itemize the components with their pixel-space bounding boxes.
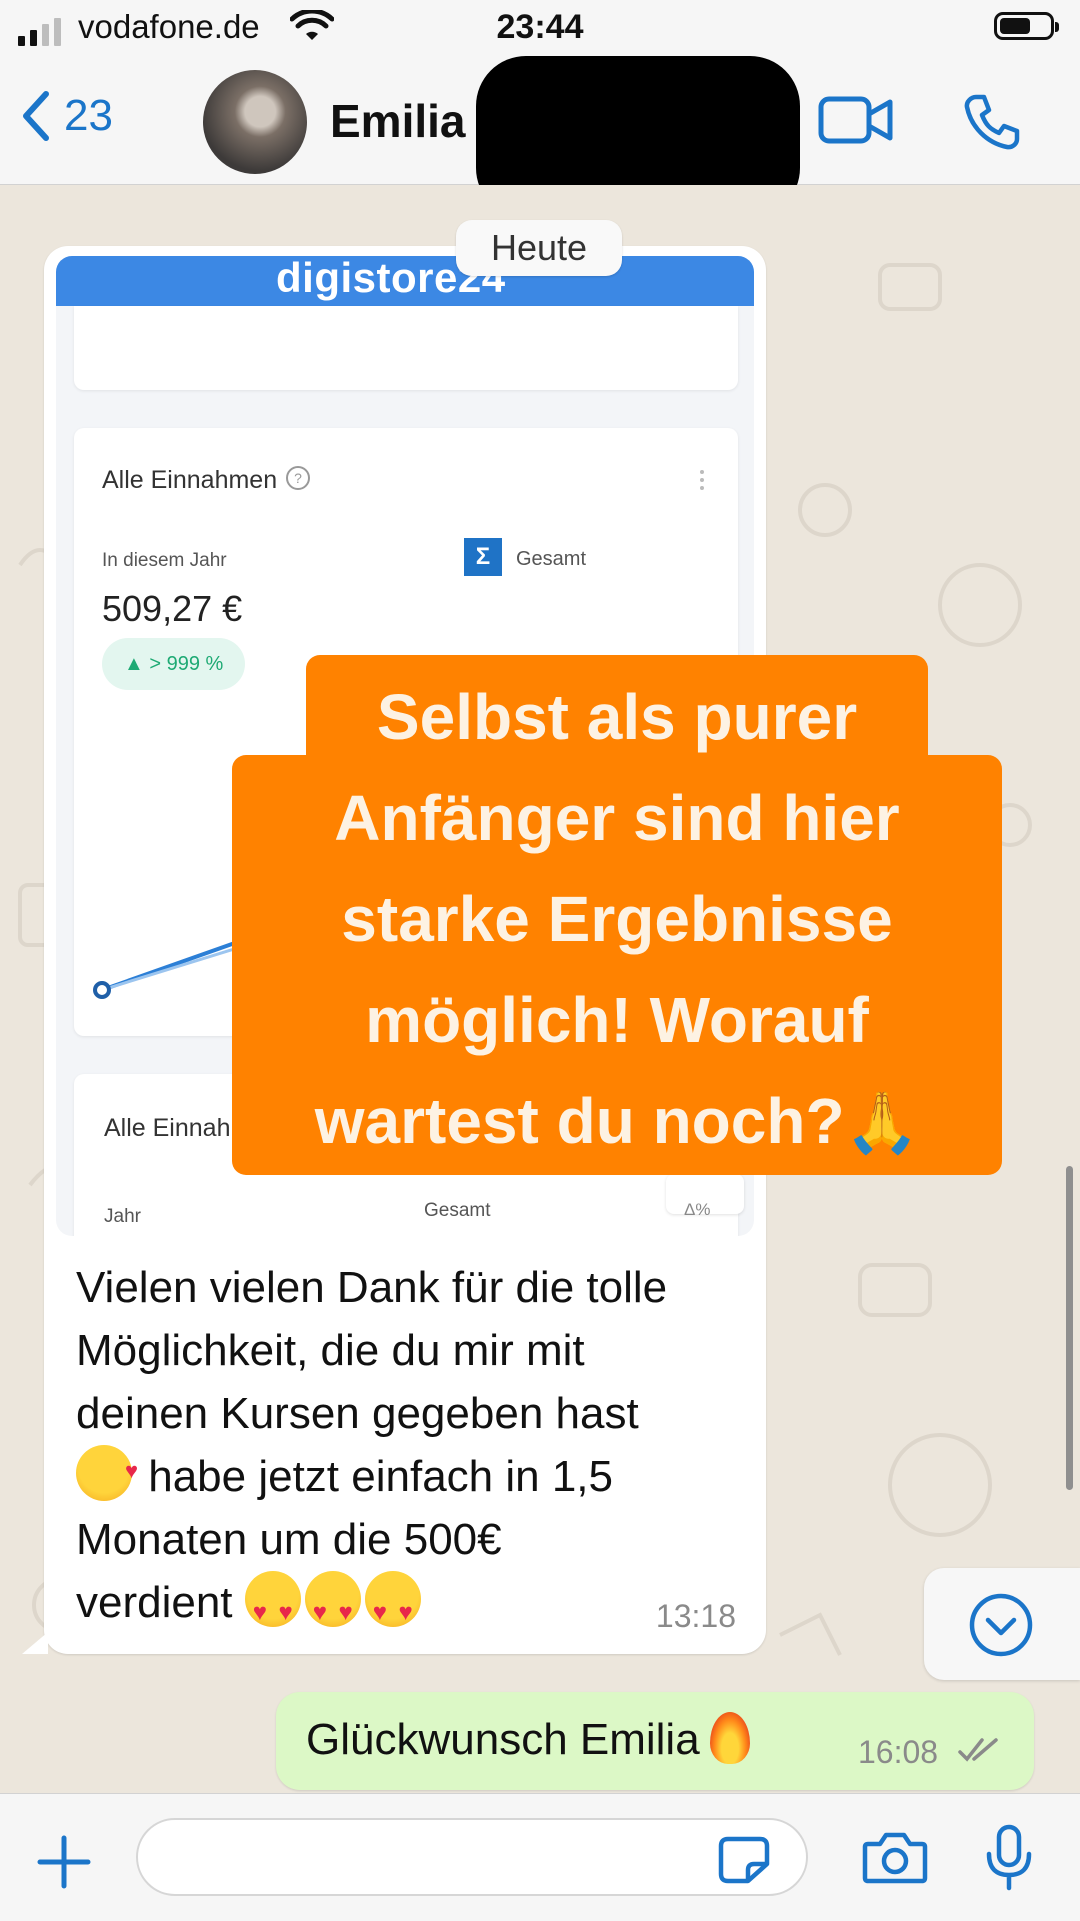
message-line-with-emoji: verdient	[76, 1571, 736, 1644]
message-line: verdient	[76, 1578, 245, 1627]
contact-name[interactable]: Emilia I	[330, 94, 491, 148]
message-time: 13:18	[655, 1598, 736, 1634]
heart-eyes-emoji	[304, 1571, 361, 1644]
unread-count: 23	[64, 91, 113, 140]
phone-call-icon[interactable]	[962, 92, 1022, 152]
chat-header: 23 Emilia I	[0, 56, 1080, 218]
message-line: Vielen vielen Dank für die tolle	[76, 1263, 668, 1312]
outgoing-text-row: Glückwunsch Emilia	[306, 1712, 750, 1765]
avatar[interactable]	[203, 70, 307, 174]
heart-eyes-emoji	[364, 1571, 421, 1644]
message-input-bar	[0, 1793, 1080, 1921]
outgoing-message[interactable]: Glückwunsch Emilia 16:08	[276, 1692, 1034, 1790]
camera-icon[interactable]	[862, 1830, 928, 1884]
clock: 23:44	[496, 8, 584, 46]
message-input[interactable]	[136, 1818, 808, 1896]
message-line: Möglichkeit, die du mir mit	[76, 1326, 585, 1375]
message-line: deinen Kursen gegeben hast	[76, 1389, 639, 1438]
outgoing-time: 16:08	[858, 1734, 939, 1770]
chevron-down-circle-icon	[969, 1593, 1033, 1657]
smiling-hearts-emoji	[76, 1439, 138, 1502]
message-text: Vielen vielen Dank für die tolle Möglich…	[76, 1256, 736, 1644]
card2-total: Gesamt	[424, 1200, 491, 1221]
message-line-with-emoji: habe jetzt einfach in 1,5	[76, 1439, 736, 1508]
heart-eyes-emoji	[244, 1571, 301, 1644]
overlay-line: starke Ergebnisse	[341, 883, 893, 955]
chat-area[interactable]: Heute digistore24 Alle Einnahmen ? In di…	[0, 185, 1080, 1793]
scrollbar[interactable]	[1066, 1166, 1073, 1490]
card2-period: Jahr	[104, 1206, 141, 1227]
back-button[interactable]: 23	[20, 90, 113, 142]
microphone-icon[interactable]	[984, 1824, 1034, 1892]
screenshot-header: digistore24	[56, 256, 754, 306]
overlay-line: möglich! Worauf	[365, 984, 869, 1056]
fire-emoji	[709, 1712, 750, 1764]
video-call-icon[interactable]	[818, 94, 894, 146]
promo-overlay: Selbst als purer Anfänger sind hier star…	[232, 655, 1002, 1175]
card2-delta: Δ%	[684, 1200, 711, 1219]
scroll-to-bottom-button[interactable]	[924, 1568, 1080, 1680]
plus-icon[interactable]	[36, 1834, 92, 1890]
overlay-line: Anfänger sind hier	[334, 782, 900, 854]
praying-hands-emoji: 🙏	[844, 1089, 920, 1156]
bubble-tail	[22, 1632, 48, 1654]
overlay-text: Selbst als purer Anfänger sind hier star…	[232, 667, 1002, 1173]
read-receipt-icon	[958, 1738, 998, 1762]
battery-icon	[994, 12, 1059, 40]
message-line: habe jetzt einfach in 1,5	[136, 1452, 613, 1501]
outgoing-text: Glückwunsch Emilia	[306, 1715, 700, 1764]
chevron-left-icon	[23, 91, 49, 141]
status-bar: vodafone.de 23:44	[0, 0, 1080, 56]
card2-title: Alle Einnah	[104, 1114, 231, 1142]
overlay-line: wartest du noch?	[314, 1085, 845, 1157]
overlay-line: Selbst als purer	[376, 681, 858, 753]
overlay-line-with-emoji: wartest du noch?🙏	[232, 1071, 1002, 1173]
sticker-icon[interactable]	[718, 1836, 770, 1884]
date-separator: Heute	[456, 220, 622, 276]
screenshot-card	[74, 306, 738, 390]
message-line: Monaten um die 500€	[76, 1515, 502, 1564]
